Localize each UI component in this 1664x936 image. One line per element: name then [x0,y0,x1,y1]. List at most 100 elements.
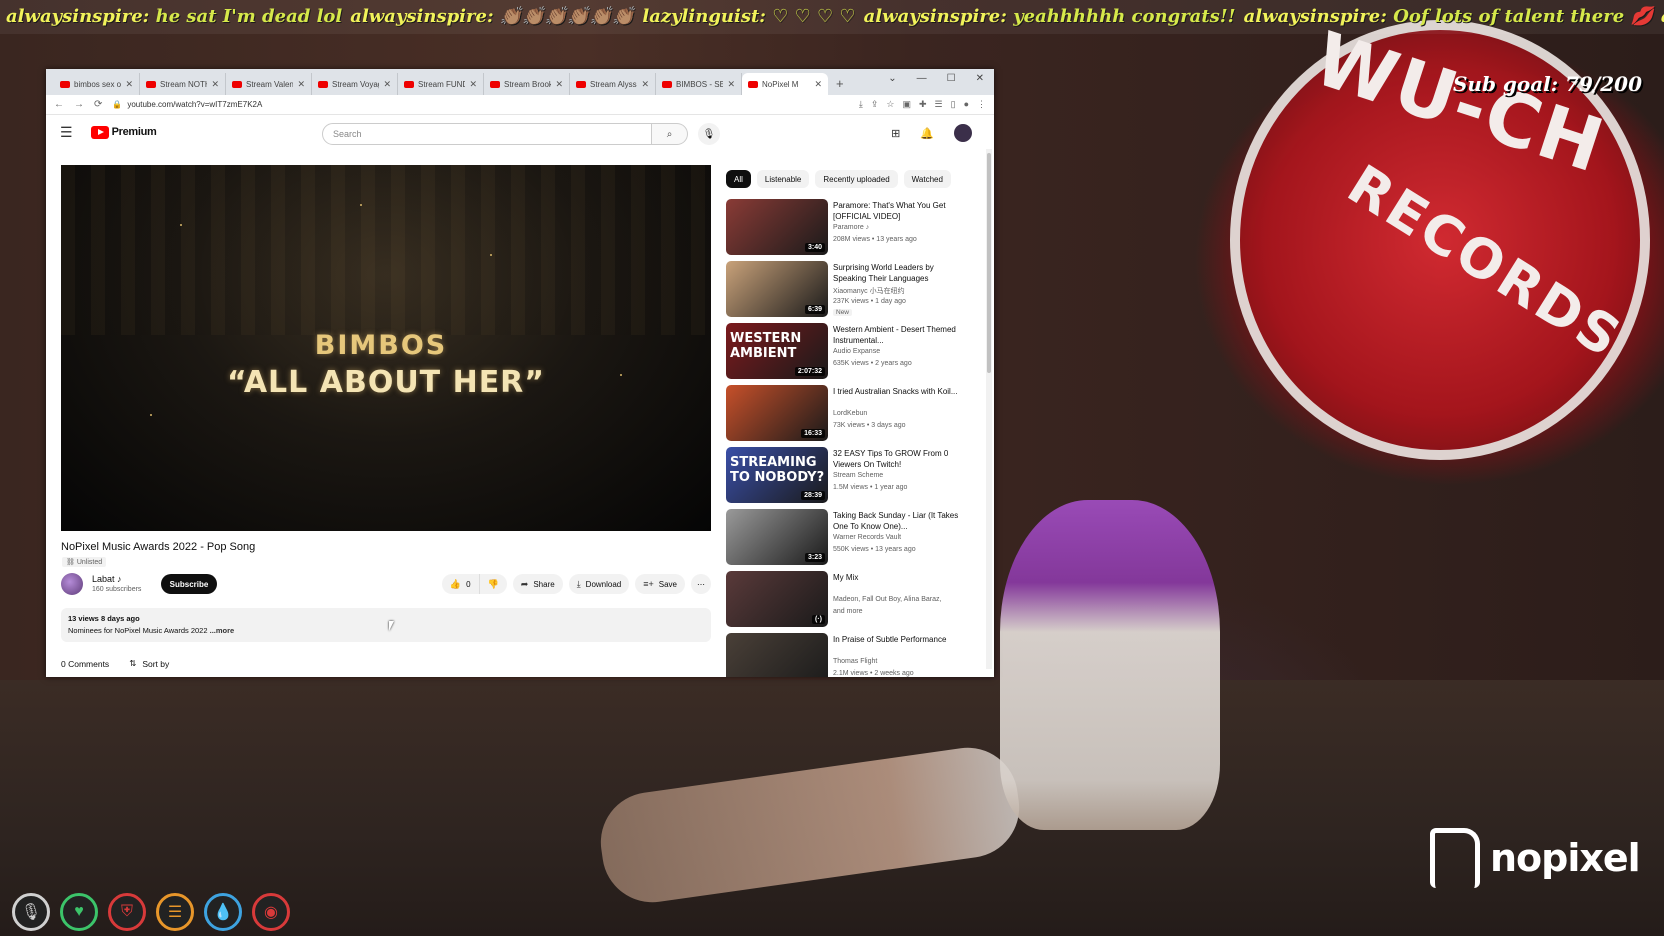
recommendation-item[interactable]: STREAMING TO NOBODY? 28:39 32 EASY Tips To… [726,447,976,509]
close-tab-icon[interactable]: ✕ [814,79,822,90]
browser-tab[interactable]: Stream Valens ✕ [226,73,312,95]
recommendation-channel[interactable]: Thomas Flight [833,658,877,665]
recommendation-thumbnail[interactable]: 3:40 [726,199,828,255]
title-card-line2: “ALL ABOUT HER” [226,365,546,400]
create-video-icon[interactable]: ⊞ [891,127,900,140]
search-button[interactable]: ⌕ [652,123,688,145]
channel-name[interactable]: Labat ♪ [92,574,122,584]
tab-label: Stream Brook [504,79,552,89]
recommendation-item[interactable]: WESTERN AMBIENT 2:07:32 Western Ambient - … [726,323,976,385]
close-tab-icon[interactable]: ✕ [383,79,391,90]
recommendation-thumbnail[interactable] [726,633,828,677]
filter-chip[interactable]: Watched [903,170,951,188]
recommendation-title[interactable]: 32 EASY Tips To GROW From 0 Viewers On T… [833,448,968,470]
duration-badge: 3:23 [804,553,825,562]
recommendation-item[interactable]: 3:40 Paramore: That's What You Get [OFFIC… [726,199,976,261]
browser-tab[interactable]: Stream Brook ✕ [484,73,570,95]
hamburger-icon[interactable]: ☰ [60,124,73,141]
recommendation-thumbnail[interactable]: WESTERN AMBIENT 2:07:32 [726,323,828,379]
recommendation-channel[interactable]: LordKebun [833,410,867,417]
download-button[interactable]: ⤓ Download [568,574,630,594]
dislike-button[interactable]: 👎 [479,574,507,594]
recommendation-channel[interactable]: Madeon, Fall Out Boy, Alina Baraz, [833,596,941,603]
recommendation-item[interactable]: 16:33 I tried Australian Snacks with Koil… [726,385,976,447]
video-player[interactable]: BIMBOS “ALL ABOUT HER” [61,165,711,531]
extension-icon[interactable]: ▣ [902,99,911,110]
description-more-link[interactable]: ...more [210,626,235,635]
share-icon[interactable]: ⇪ [871,99,879,110]
filter-chip[interactable]: Recently uploaded [815,170,898,188]
recommendation-channel[interactable]: Warner Records Vault [833,534,901,541]
close-tab-icon[interactable]: ✕ [125,79,133,90]
side-panel-icon[interactable]: ▯ [951,99,956,110]
scrollbar-thumb[interactable] [987,153,991,373]
filter-chip[interactable]: All [726,170,751,188]
browser-tab[interactable]: BIMBOS - SEX✕ [656,73,742,95]
share-button[interactable]: ➦ Share [512,574,563,594]
recommendation-thumbnail[interactable]: STREAMING TO NOBODY? 28:39 [726,447,828,503]
recommendation-channel[interactable]: Xiaomanyc 小马在纽约 [833,286,905,296]
browser-tab[interactable]: Stream FUND ✕ [398,73,484,95]
browser-tab[interactable]: NoPixel M ✕ [742,73,828,95]
maximize-button[interactable]: ☐ [947,73,956,84]
recommendation-item[interactable]: (·) My Mix Madeon, Fall Out Boy, Alina Bar… [726,571,976,633]
close-window-button[interactable]: ✕ [976,73,984,84]
subscribe-button[interactable]: Subscribe [161,574,217,594]
like-button[interactable]: 👍 0 [441,574,480,594]
recommendation-title[interactable]: Taking Back Sunday - Liar (It Takes One … [833,510,968,532]
recommendation-title[interactable]: Paramore: That's What You Get [OFFICIAL … [833,200,968,222]
description-box[interactable]: 13 views 8 days ago Nominees for NoPixel… [61,608,711,642]
account-avatar[interactable] [954,124,972,142]
recommendation-channel[interactable]: Stream Scheme [833,472,883,479]
profile-icon[interactable]: ● [964,99,969,110]
close-tab-icon[interactable]: ✕ [555,79,563,90]
search-input[interactable]: Search [322,123,652,145]
mic-icon: 🎙 [702,128,716,140]
close-tab-icon[interactable]: ✕ [641,79,649,90]
recommendation-channel[interactable]: Paramore ♪ [833,224,869,231]
new-tab-button[interactable]: + [828,76,852,95]
install-icon[interactable]: ⤓ [859,99,863,110]
browser-tab[interactable]: Stream Alyss ✕ [570,73,656,95]
recommendation-thumbnail[interactable]: 3:23 [726,509,828,565]
recommendation-title[interactable]: Western Ambient - Desert Themed Instrume… [833,324,968,346]
bookmark-star-icon[interactable]: ☆ [886,99,894,110]
forward-icon[interactable]: → [74,99,84,110]
recommendation-title[interactable]: In Praise of Subtle Performance [833,634,968,645]
url-field[interactable]: 🔒 youtube.com/watch?v=wIT7zmE7K2A [112,100,848,109]
page-scrollbar[interactable] [986,149,992,669]
recommendation-title[interactable]: My Mix [833,572,968,583]
recommendation-title[interactable]: Surprising World Leaders by Speaking The… [833,262,968,284]
close-tab-icon[interactable]: ✕ [727,79,735,90]
back-icon[interactable]: ← [54,99,64,110]
save-button[interactable]: ≡+ Save [635,574,685,594]
filter-chip[interactable]: Listenable [756,170,810,188]
recommendation-title[interactable]: I tried Australian Snacks with Koil... [833,386,968,397]
recommendation-thumbnail[interactable]: 6:39 [726,261,828,317]
reading-list-icon[interactable]: ☰ [935,99,943,110]
more-actions-button[interactable]: ⋯ [691,574,711,594]
browser-tab[interactable]: Stream Voyag ✕ [312,73,398,95]
minimize-button[interactable]: — [917,73,927,84]
channel-avatar[interactable] [61,573,83,595]
recommendation-channel[interactable]: Audio Expanse [833,348,880,355]
notifications-bell-icon[interactable]: 🔔 [920,127,934,140]
recommendation-thumbnail[interactable]: (·) [726,571,828,627]
close-tab-icon[interactable]: ✕ [211,79,219,90]
recommendation-item[interactable]: 6:39 Surprising World Leaders by Speaking… [726,261,976,323]
browser-tab[interactable]: Stream NOTHI ✕ [140,73,226,95]
sort-by-button[interactable]: ⇅ Sort by [129,658,169,669]
youtube-logo[interactable]: Premium [90,125,157,139]
browser-tab[interactable]: bimbos sex o ✕ [54,73,140,95]
voice-search-button[interactable]: 🎙 [698,123,720,145]
menu-icon[interactable]: ⋮ [977,99,986,110]
tab-search-icon[interactable]: ⌄ [888,73,896,84]
puzzle-icon[interactable]: ✚ [919,99,927,110]
recommendation-item[interactable]: 3:23 Taking Back Sunday - Liar (It Takes … [726,509,976,571]
recommendation-thumbnail[interactable]: 16:33 [726,385,828,441]
recommendation-item[interactable]: In Praise of Subtle Performance Thomas Fl… [726,633,976,677]
close-tab-icon[interactable]: ✕ [297,79,305,90]
reload-icon[interactable]: ⟳ [94,99,102,110]
close-tab-icon[interactable]: ✕ [469,79,477,90]
nopixel-logo: nopixel [1430,828,1650,888]
